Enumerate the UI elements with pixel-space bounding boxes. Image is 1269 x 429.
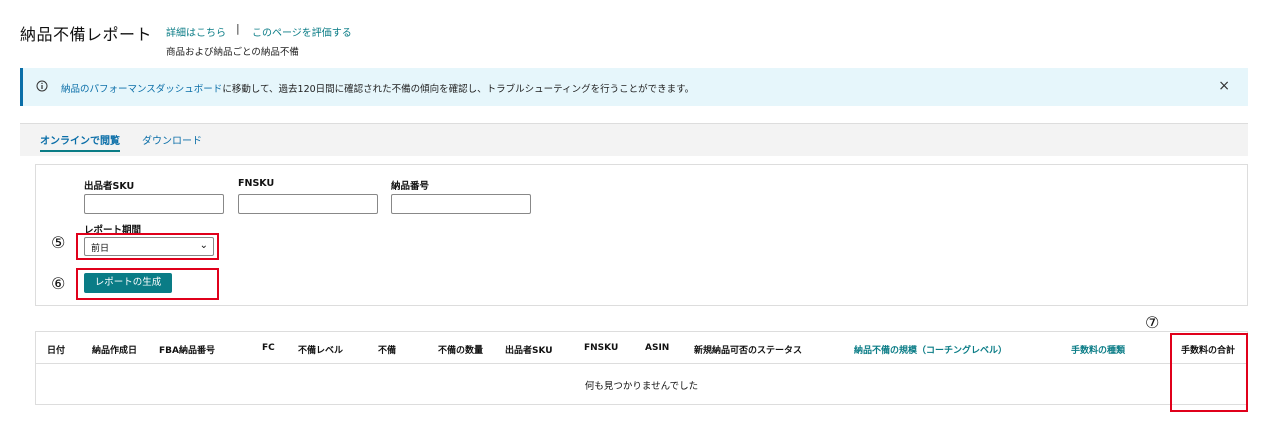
page-title: 納品不備レポート (20, 25, 153, 44)
column-header-fc[interactable]: FC (262, 343, 275, 353)
column-header-coaching-level[interactable]: 納品不備の規模（コーチングレベル） (854, 343, 1007, 356)
column-header-inbound-status[interactable]: 新規納品可否のステータス (694, 343, 802, 356)
info-banner: 納品のパフォーマンスダッシュボードに移動して、過去120日間に確認された不備の傾… (20, 68, 1248, 106)
details-link[interactable]: 詳細はこちら (166, 24, 226, 39)
column-header-fee-type[interactable]: 手数料の種類 (1071, 343, 1125, 356)
shipment-id-label: 納品番号 (391, 181, 430, 192)
tab-bar: オンラインで閲覧 ダウンロード (20, 123, 1248, 156)
dashboard-link[interactable]: 納品のパフォーマンスダッシュボード (61, 84, 222, 95)
header-separator: | (236, 22, 240, 35)
annotation-mark-7: ⑦ (1145, 313, 1160, 332)
page-subtitle: 商品および納品ごとの納品不備 (166, 47, 299, 58)
column-header-asin[interactable]: ASIN (645, 343, 669, 353)
column-header-seller-sku[interactable]: 出品者SKU (505, 343, 553, 356)
active-tab-underline (40, 150, 120, 152)
empty-message: 何も見つかりませんでした (584, 381, 699, 392)
tab-label: オンラインで閲覧 (40, 136, 120, 147)
fnsku-input[interactable] (238, 194, 378, 214)
tab-download[interactable]: ダウンロード (142, 132, 202, 147)
seller-sku-label: 出品者SKU (84, 181, 135, 192)
column-header-fba-shipment-id[interactable]: FBA納品番号 (159, 343, 215, 356)
annotation-box-5 (76, 233, 219, 260)
tab-view-online[interactable]: オンラインで閲覧 (40, 132, 120, 152)
column-header-date[interactable]: 日付 (47, 343, 65, 356)
annotation-mark-5: ⑤ (51, 233, 66, 252)
table-header-row: 日付 納品作成日 FBA納品番号 FC 不備レベル 不備 不備の数量 出品者SK… (36, 332, 1247, 364)
fnsku-label: FNSKU (238, 178, 275, 189)
banner-message-text: に移動して、過去120日間に確認された不備の傾向を確認し、トラブルシューティング… (222, 84, 695, 95)
annotation-box-7 (1170, 333, 1248, 412)
column-header-defect-level[interactable]: 不備レベル (298, 343, 343, 356)
tab-label: ダウンロード (142, 136, 202, 147)
info-icon (36, 80, 48, 92)
column-header-fnsku[interactable]: FNSKU (584, 343, 618, 353)
column-header-created-date[interactable]: 納品作成日 (92, 343, 137, 356)
seller-sku-input[interactable] (84, 194, 224, 214)
column-header-defect[interactable]: 不備 (378, 343, 396, 356)
close-icon[interactable]: × (1218, 78, 1230, 94)
banner-message: 納品のパフォーマンスダッシュボードに移動して、過去120日間に確認された不備の傾… (61, 81, 694, 95)
annotation-box-6 (76, 268, 219, 300)
results-table: 日付 納品作成日 FBA納品番号 FC 不備レベル 不備 不備の数量 出品者SK… (35, 331, 1248, 405)
rate-page-link[interactable]: このページを評価する (252, 24, 352, 39)
column-header-defect-quantity[interactable]: 不備の数量 (438, 343, 483, 356)
annotation-mark-6: ⑥ (51, 274, 66, 293)
shipment-id-input[interactable] (391, 194, 531, 214)
